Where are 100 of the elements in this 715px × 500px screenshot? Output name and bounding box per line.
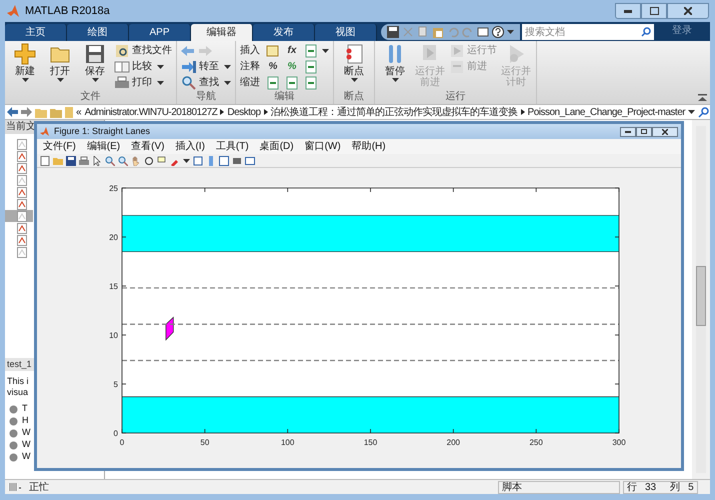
close-button[interactable] bbox=[652, 126, 678, 136]
close-button[interactable] bbox=[667, 3, 709, 19]
function-item[interactable]: T bbox=[22, 402, 28, 416]
row-label: 插入 bbox=[240, 44, 261, 58]
symbol-button[interactable]: fx bbox=[284, 43, 300, 58]
data-cursor-icon bbox=[157, 156, 167, 166]
path-segment[interactable]: 泊松换道工程：通过简单的正弦动作实现虚拟车的车道变换 bbox=[270, 104, 518, 120]
caret-icon bbox=[350, 78, 358, 82]
caret-icon bbox=[322, 48, 329, 52]
zoom-in-icon bbox=[105, 156, 115, 166]
ribbon-tab[interactable]: 发布 bbox=[253, 24, 315, 41]
tick-mark bbox=[536, 429, 537, 433]
pointer-icon bbox=[92, 156, 102, 166]
ribbon-tab[interactable]: APP bbox=[129, 24, 191, 41]
caret-icon bbox=[688, 110, 696, 114]
function-item[interactable]: W bbox=[22, 426, 30, 440]
minimize-icon bbox=[625, 130, 631, 132]
collapse-icon bbox=[698, 94, 707, 101]
file-row[interactable] bbox=[5, 210, 33, 222]
maximize-button[interactable] bbox=[636, 126, 652, 136]
description-text: visua bbox=[7, 387, 30, 398]
separator-icon bbox=[520, 109, 525, 115]
group-label: 运行 bbox=[444, 91, 466, 102]
path-segment[interactable]: Administrator.WIN7U-20180127Z bbox=[84, 104, 218, 120]
function-item[interactable]: W bbox=[22, 438, 30, 452]
paste-icon bbox=[432, 26, 444, 38]
document-icon bbox=[303, 58, 319, 74]
caret-icon bbox=[22, 78, 28, 82]
caret-icon bbox=[224, 64, 231, 68]
search-field[interactable]: 搜索文档 bbox=[522, 24, 654, 40]
ribbon-button[interactable]: 暂停 bbox=[379, 43, 411, 82]
plus-icon bbox=[14, 43, 36, 65]
x-tick-label: 250 bbox=[529, 438, 543, 447]
ribbon-button[interactable]: 查找文件 bbox=[114, 43, 172, 58]
undo-icon bbox=[447, 26, 459, 38]
x-tick-label: 150 bbox=[364, 438, 378, 447]
group-label: 编辑 bbox=[274, 91, 296, 102]
function-item[interactable]: W bbox=[22, 450, 30, 464]
x-tick-label: 0 bbox=[120, 438, 124, 447]
ribbon-button[interactable]: 比较 bbox=[114, 59, 172, 74]
function-item[interactable]: H bbox=[22, 414, 28, 428]
caret-icon bbox=[56, 78, 64, 82]
scrollbar-thumb[interactable] bbox=[696, 266, 706, 326]
row-label: 缩进 bbox=[240, 76, 261, 90]
ribbon-button[interactable]: 保存 bbox=[79, 43, 111, 82]
menu-item[interactable]: 窗口(W) bbox=[304, 140, 341, 153]
tick-mark bbox=[536, 188, 537, 192]
ribbon-button[interactable]: 打印 bbox=[114, 75, 172, 90]
group-label: 导航 bbox=[195, 91, 217, 102]
help-icon bbox=[492, 26, 504, 38]
tick-mark bbox=[204, 188, 206, 192]
y-tick-label: 20 bbox=[109, 233, 118, 242]
forward-arrow-icon bbox=[198, 44, 212, 56]
y-tick-label: 5 bbox=[114, 380, 118, 389]
tick-mark bbox=[452, 429, 454, 433]
tick-mark bbox=[122, 236, 126, 238]
minimize-button[interactable] bbox=[615, 3, 641, 19]
caret-icon bbox=[157, 80, 164, 84]
folder-browse-icon bbox=[50, 106, 62, 118]
tick-mark bbox=[370, 429, 371, 433]
menu-item[interactable]: 编辑(E) bbox=[86, 140, 120, 153]
ribbon-button[interactable]: 转至 bbox=[181, 59, 231, 74]
ribbon-button[interactable]: 打开 bbox=[44, 43, 76, 82]
vertical-scrollbar[interactable] bbox=[696, 126, 706, 473]
ribbon-button[interactable]: 查找 bbox=[181, 75, 231, 90]
x-tick-label: 200 bbox=[446, 438, 460, 447]
tick-mark bbox=[452, 188, 454, 192]
menu-item[interactable]: 桌面(D) bbox=[260, 140, 294, 153]
symbol-button[interactable]: % bbox=[284, 59, 300, 74]
search-input[interactable]: 搜索文档 bbox=[525, 24, 641, 40]
close-icon bbox=[684, 7, 692, 15]
symbol-button[interactable]: % bbox=[265, 59, 281, 74]
caret-icon bbox=[183, 158, 190, 162]
caret-icon bbox=[157, 64, 164, 68]
menu-item[interactable]: 工具(T) bbox=[216, 140, 249, 153]
sign-in-link[interactable]: 登录 bbox=[672, 23, 692, 38]
column-number: 5 bbox=[688, 480, 694, 494]
file-type: 脚本 bbox=[498, 480, 620, 494]
redo-icon bbox=[462, 26, 474, 38]
ribbon-button[interactable]: 断点 bbox=[338, 43, 370, 82]
minimize-button[interactable] bbox=[620, 126, 636, 136]
menu-item[interactable]: 文件(F) bbox=[43, 140, 76, 153]
copy-icon bbox=[417, 26, 429, 38]
menu-item[interactable]: 帮助(H) bbox=[352, 140, 386, 153]
menu-item[interactable]: 查看(V) bbox=[131, 140, 164, 153]
tick-mark bbox=[122, 334, 126, 336]
path-segment[interactable]: Poisson_Lane_Change_Project-master bbox=[528, 104, 686, 120]
ribbon-button[interactable]: 新建 bbox=[9, 43, 41, 82]
menu-item[interactable]: 插入(I) bbox=[175, 140, 205, 153]
caret-icon bbox=[392, 78, 398, 82]
search-icon bbox=[698, 106, 710, 118]
ribbon-tab[interactable]: 视图 bbox=[315, 24, 377, 41]
back-arrow-icon bbox=[7, 107, 18, 117]
ribbon-tab[interactable]: 主页 bbox=[5, 24, 67, 41]
ribbon-tab[interactable]: 绘图 bbox=[67, 24, 129, 41]
ribbon-tab[interactable]: 编辑器 bbox=[191, 24, 253, 41]
maximize-button[interactable] bbox=[641, 3, 667, 19]
path-segment[interactable]: Desktop bbox=[227, 104, 261, 120]
y-tick-label: 25 bbox=[109, 184, 118, 193]
matlab-logo-icon bbox=[40, 126, 50, 136]
